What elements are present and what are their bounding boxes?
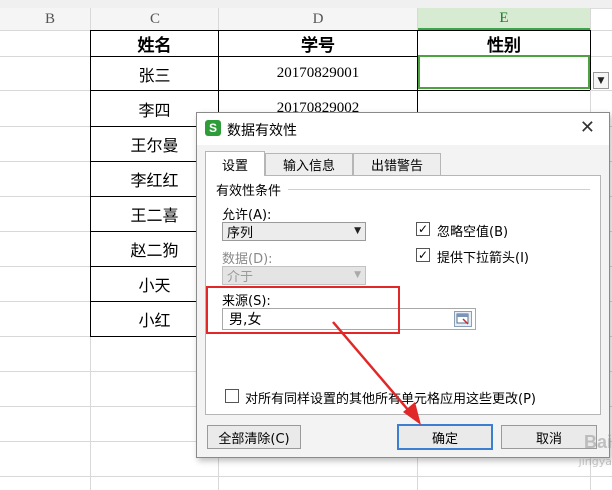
watermark-logo: Bai xyxy=(583,432,612,452)
in-cell-dropdown-label[interactable]: 提供下拉箭头(I) xyxy=(437,247,529,266)
chevron-down-icon: ▼ xyxy=(354,226,361,236)
tab-input-message[interactable]: 输入信息 xyxy=(265,153,353,175)
validation-criteria-label: 有效性条件 xyxy=(216,180,286,199)
tab-settings[interactable]: 设置 xyxy=(205,151,265,176)
apply-all-checkbox[interactable] xyxy=(225,389,239,403)
header-cell-name[interactable]: 姓名 xyxy=(91,31,218,56)
column-header-b[interactable]: B xyxy=(0,8,100,30)
dialog-title: 数据有效性 xyxy=(227,123,297,139)
id-cell[interactable]: 20170829001 xyxy=(219,57,417,90)
column-header-d[interactable]: D xyxy=(219,8,417,30)
data-validation-dialog: S 数据有效性 ✕ 设置 输入信息 出错警告 有效性条件 允许(A): 序列 ▼… xyxy=(196,112,610,458)
watermark-sub: jingya xyxy=(578,455,612,468)
allow-select-value: 序列 xyxy=(227,226,254,241)
ignore-blank-checkbox[interactable]: ✓ xyxy=(416,222,430,236)
cancel-button[interactable]: 取消 xyxy=(501,425,597,449)
annotation-arrow-icon xyxy=(332,321,421,425)
column-header-e[interactable]: E xyxy=(418,8,590,30)
header-cell-id[interactable]: 学号 xyxy=(219,31,417,56)
in-cell-dropdown-checkbox[interactable]: ✓ xyxy=(416,248,430,262)
header-cell-gender[interactable]: 性别 xyxy=(418,31,590,56)
tab-error-alert[interactable]: 出错警告 xyxy=(353,153,441,175)
app-logo-icon: S xyxy=(205,120,221,136)
column-header-c[interactable]: C xyxy=(92,8,218,30)
cell-dropdown-arrow-icon[interactable]: ▼ xyxy=(593,72,609,89)
allow-select[interactable]: 序列 ▼ xyxy=(222,222,366,241)
data-label: 数据(D): xyxy=(222,252,273,267)
clear-all-button[interactable]: 全部清除(C) xyxy=(207,425,301,449)
allow-label: 允许(A): xyxy=(222,208,272,223)
dialog-titlebar[interactable]: S 数据有效性 ✕ xyxy=(197,113,609,145)
data-select: 介于 ▼ xyxy=(222,266,366,285)
range-picker-icon[interactable] xyxy=(454,311,472,327)
close-icon[interactable]: ✕ xyxy=(580,118,595,138)
selected-cell-e2[interactable] xyxy=(418,55,590,89)
name-cell[interactable]: 张三 xyxy=(91,57,218,90)
data-select-value: 介于 xyxy=(227,270,254,285)
ignore-blank-label[interactable]: 忽略空值(B) xyxy=(437,221,508,240)
group-divider xyxy=(288,189,590,190)
chevron-down-icon: ▼ xyxy=(354,270,361,280)
